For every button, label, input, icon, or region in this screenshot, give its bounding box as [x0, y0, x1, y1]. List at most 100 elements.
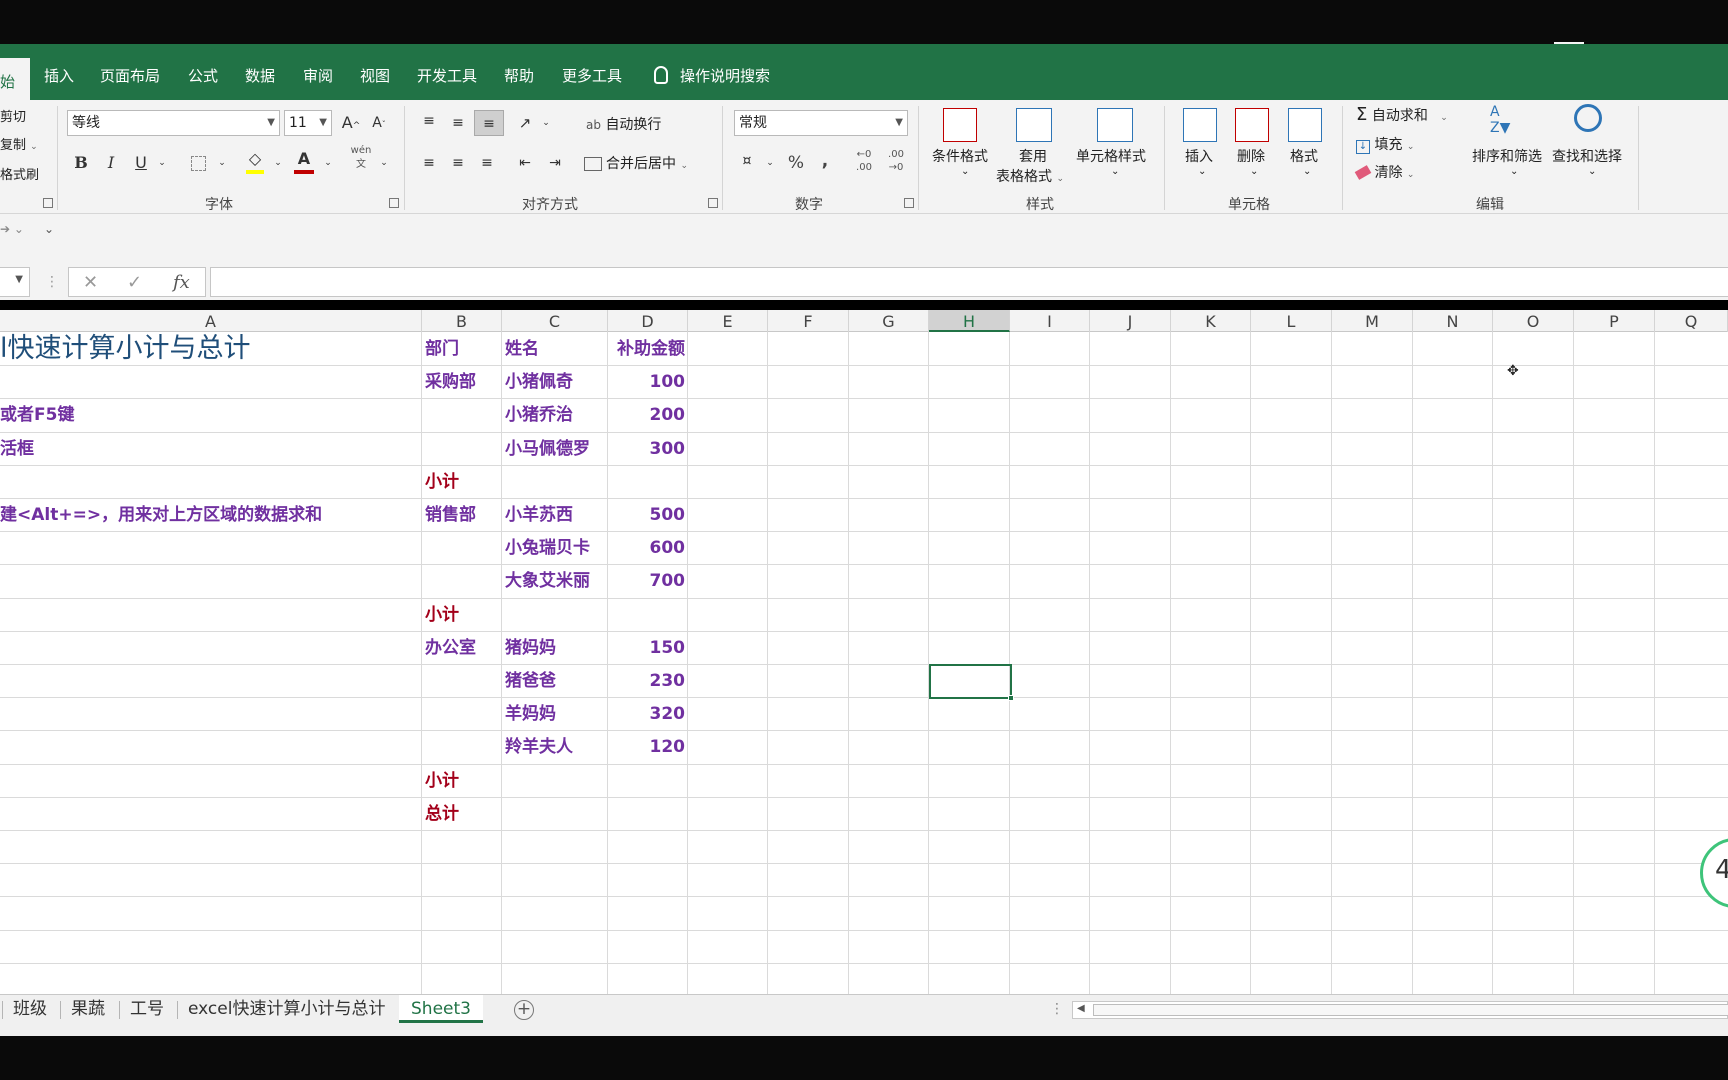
scrollbar-thumb[interactable] [1093, 1004, 1728, 1016]
italic-button[interactable]: I [102, 150, 120, 176]
tab-data[interactable]: 数据 [245, 44, 275, 100]
sort-filter-button[interactable]: 排序和筛选 [1472, 146, 1542, 166]
currency-icon[interactable]: ¤ [736, 148, 758, 174]
tab-page-layout[interactable]: 页面布局 [100, 44, 160, 100]
bold-button[interactable]: B [72, 150, 90, 176]
clear-button[interactable]: 清除 ⌄ [1354, 162, 1414, 182]
insert-cells-button[interactable]: 插入 [1185, 146, 1213, 166]
copy-button[interactable]: 复制 ⌄ [0, 134, 38, 153]
increase-decimal-icon[interactable]: ←0.00 [852, 148, 876, 174]
fill-button[interactable]: ↓ 填充 ⌄ [1356, 134, 1414, 154]
column-header-g[interactable]: G [849, 310, 929, 332]
delete-cells-icon[interactable] [1235, 108, 1269, 142]
worksheet-grid[interactable]: ABCDEFGHIJKLMNOPQ l快速计算小计与总计 或者F5键 活框 建<Al… [0, 310, 1728, 994]
cut-button[interactable]: 剪切 [0, 106, 26, 125]
align-top-icon[interactable]: ≡ [418, 108, 440, 134]
orientation-icon[interactable]: ↗ [514, 110, 536, 136]
comma-style-button[interactable]: , [816, 148, 834, 174]
chevron-down-icon[interactable]: ⌄ [961, 166, 969, 177]
chevron-down-icon[interactable]: ⌄ [1303, 166, 1311, 177]
sheet-tab-active[interactable]: Sheet3 [399, 995, 483, 1023]
percent-button[interactable]: % [785, 150, 807, 176]
font-size-combo[interactable]: 11 ▼ [284, 110, 332, 136]
cell-styles-button[interactable]: 单元格样式 [1076, 146, 1146, 166]
format-as-table-line1[interactable]: 套用 [1019, 146, 1047, 166]
column-header-m[interactable]: M [1332, 310, 1413, 332]
magnifier-icon[interactable] [1574, 104, 1602, 132]
merge-center-button[interactable]: 合并后居中 ⌄ [584, 153, 688, 173]
format-cells-button[interactable]: 格式 [1290, 146, 1318, 166]
tab-home[interactable]: 始 [0, 58, 30, 100]
tab-developer[interactable]: 开发工具 [417, 44, 477, 100]
format-painter-button[interactable]: 格式刷 [0, 164, 39, 183]
customize-qat-icon[interactable]: ⌄ [44, 222, 54, 236]
sheet-tab[interactable]: 果蔬 [71, 995, 105, 1023]
grow-font-icon[interactable]: A^ [340, 110, 362, 136]
align-middle-icon[interactable]: ≡ [447, 110, 469, 136]
name-box[interactable]: ▼ [0, 267, 30, 297]
insert-function-icon[interactable]: fx [173, 268, 190, 298]
number-format-combo[interactable]: 常规 ▼ [734, 110, 908, 136]
chevron-down-icon[interactable]: ⌄ [156, 150, 168, 176]
horizontal-scrollbar[interactable]: ◀ [1072, 1001, 1728, 1019]
underline-button[interactable]: U [132, 150, 150, 176]
increase-indent-icon[interactable]: ⇥ [544, 150, 566, 176]
find-select-button[interactable]: 查找和选择 [1552, 146, 1622, 166]
tab-more-tools[interactable]: 更多工具 [562, 44, 622, 100]
chevron-down-icon[interactable]: ⌄ [1198, 166, 1206, 177]
chevron-down-icon[interactable]: ⌄ [540, 110, 552, 136]
column-header-k[interactable]: K [1171, 310, 1251, 332]
add-sheet-button[interactable]: + [514, 1000, 534, 1020]
splitter-icon[interactable]: ⋮ [1050, 995, 1064, 1023]
column-header-l[interactable]: L [1251, 310, 1332, 332]
align-left-icon[interactable]: ≡ [418, 150, 440, 176]
insert-cells-icon[interactable] [1183, 108, 1217, 142]
cell-styles-icon[interactable] [1097, 108, 1133, 142]
column-header-d[interactable]: D [608, 310, 688, 332]
borders-icon[interactable] [188, 150, 208, 176]
delete-cells-button[interactable]: 删除 [1237, 146, 1265, 166]
chevron-down-icon[interactable]: ⌄ [1588, 166, 1596, 177]
chevron-down-icon[interactable]: ⌄ [1250, 166, 1258, 177]
wrap-text-button[interactable]: ab 自动换行 [586, 114, 661, 134]
tab-review[interactable]: 审阅 [303, 44, 333, 100]
align-bottom-icon[interactable]: ≡ [474, 110, 504, 136]
chevron-down-icon[interactable]: ⌄ [216, 150, 228, 176]
chevron-down-icon[interactable]: ⌄ [1510, 166, 1518, 177]
chevron-down-icon[interactable]: ⌄ [322, 150, 334, 176]
font-name-combo[interactable]: 等线 ▼ [67, 110, 280, 136]
active-cell[interactable] [929, 664, 1014, 701]
shrink-font-icon[interactable]: Aˇ [368, 110, 390, 136]
tab-help[interactable]: 帮助 [504, 44, 534, 100]
chevron-down-icon[interactable]: ⌄ [378, 150, 390, 176]
chevron-down-icon[interactable]: ⌄ [1111, 166, 1119, 177]
dialog-launcher-icon[interactable] [708, 198, 718, 208]
conditional-formatting-button[interactable]: 条件格式 [932, 146, 988, 166]
column-header-f[interactable]: F [768, 310, 849, 332]
enter-icon[interactable]: ✓ [127, 268, 142, 298]
align-right-icon[interactable]: ≡ [476, 150, 498, 176]
dialog-launcher-icon[interactable] [389, 198, 399, 208]
fill-color-icon[interactable]: ◇ [244, 146, 266, 174]
tab-insert[interactable]: 插入 [44, 44, 74, 100]
fill-handle[interactable] [1008, 695, 1014, 701]
formula-input[interactable] [210, 267, 1728, 297]
sheet-tab[interactable]: 工号 [130, 995, 164, 1023]
column-header-i[interactable]: I [1010, 310, 1090, 332]
format-cells-icon[interactable] [1288, 108, 1322, 142]
chevron-down-icon[interactable]: ⌄ [272, 150, 284, 176]
align-center-icon[interactable]: ≡ [447, 150, 469, 176]
format-as-table-button[interactable]: 表格格式 ⌄ [996, 166, 1064, 186]
font-color-icon[interactable]: A [292, 146, 316, 174]
column-header-a[interactable]: A [0, 310, 422, 332]
column-header-p[interactable]: P [1574, 310, 1655, 332]
dialog-launcher-icon[interactable] [904, 198, 914, 208]
column-header-h[interactable]: H [929, 310, 1010, 332]
column-header-q[interactable]: Q [1655, 310, 1728, 332]
column-header-c[interactable]: C [502, 310, 608, 332]
redo-icon[interactable]: ➔ ⌄ [0, 222, 24, 236]
column-header-b[interactable]: B [422, 310, 502, 332]
phonetic-guide-icon[interactable]: wén 文 [350, 144, 372, 170]
column-header-j[interactable]: J [1090, 310, 1171, 332]
tab-formulas[interactable]: 公式 [188, 44, 218, 100]
